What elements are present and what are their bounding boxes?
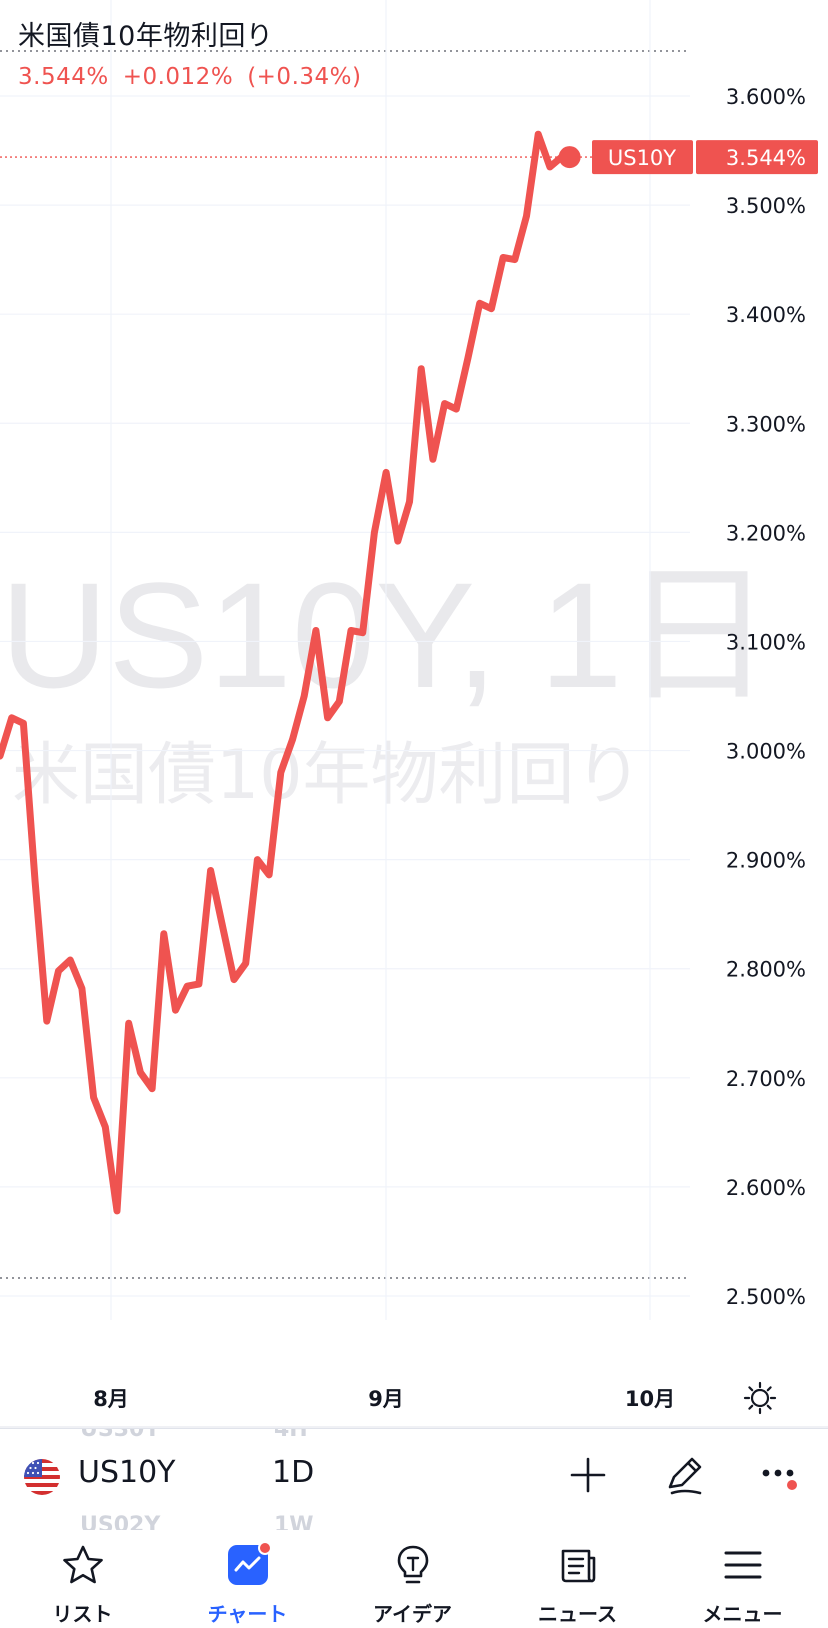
- lightbulb-icon: [397, 1545, 428, 1584]
- tab-news[interactable]: ニュース: [495, 1530, 660, 1628]
- x-tick-label: 10月: [625, 1387, 675, 1411]
- tab-chart-label: チャート: [207, 1602, 288, 1626]
- symbol-badge-label: US10Y: [608, 146, 676, 170]
- price-line: [0, 130, 566, 1215]
- y-tick-label: 2.600%: [726, 1176, 806, 1200]
- y-tick-label: 2.500%: [726, 1285, 806, 1309]
- price-badge-label: 3.544%: [726, 146, 806, 170]
- chart-settings-icon[interactable]: [742, 1380, 778, 1416]
- ghost-timeframe-above: 4H: [274, 1428, 308, 1442]
- news-icon: [561, 1549, 595, 1583]
- tab-list-label: リスト: [52, 1602, 113, 1626]
- ghost-symbol-below: US02Y: [80, 1513, 161, 1531]
- y-tick-label: 3.300%: [726, 412, 806, 436]
- ghost-timeframe-below: 1W: [274, 1513, 314, 1531]
- price-chart[interactable]: 2.500% 2.600% 2.700% 2.800% 2.900% 3.000% 3.10…: [0, 0, 828, 1428]
- tab-menu-label: メニュー: [702, 1602, 783, 1626]
- y-tick-label: 3.500%: [726, 194, 806, 218]
- y-tick-label: 2.800%: [726, 958, 806, 982]
- y-tick-label: 2.700%: [726, 1067, 806, 1091]
- bottom-tab-bar: リスト チャート アイデア ニュース メニュー: [0, 1530, 828, 1628]
- tab-chart[interactable]: チャート: [165, 1530, 330, 1628]
- x-tick-label: 8月: [93, 1387, 129, 1411]
- y-tick-label: 3.000%: [726, 740, 806, 764]
- y-tick-label: 3.600%: [726, 85, 806, 109]
- symbol-selector[interactable]: US10Y: [78, 1455, 176, 1490]
- tab-news-label: ニュース: [538, 1602, 617, 1626]
- symbol-bar: US30Y 4H US02Y 1W US10Y 1D: [0, 1428, 828, 1531]
- y-tick-label: 3.100%: [726, 630, 806, 654]
- y-tick-label: 2.900%: [726, 849, 806, 873]
- instrument-title: 米国債10年物利回り: [18, 21, 274, 52]
- ghost-symbol-above: US30Y: [80, 1428, 161, 1442]
- quote-line: 3.544% +0.012% (+0.34%): [18, 64, 375, 90]
- x-tick-label: 9月: [368, 1387, 404, 1411]
- menu-icon: [724, 1551, 761, 1579]
- tab-list[interactable]: リスト: [0, 1530, 165, 1628]
- chart-header: 米国債10年物利回り: [18, 14, 273, 53]
- tab-menu[interactable]: メニュー: [660, 1530, 825, 1628]
- add-icon[interactable]: [564, 1451, 612, 1499]
- last-price-dot: [558, 146, 581, 169]
- drawing-tool-icon[interactable]: [660, 1451, 708, 1499]
- y-tick-label: 3.400%: [726, 303, 806, 327]
- timeframe-selector[interactable]: 1D: [272, 1455, 314, 1490]
- star-icon: [62, 1545, 103, 1584]
- tab-ideas-label: アイデア: [373, 1602, 452, 1626]
- y-tick-label: 3.200%: [726, 521, 806, 545]
- more-options-icon[interactable]: [756, 1451, 804, 1499]
- price-change: +0.012%: [122, 64, 234, 90]
- tab-ideas[interactable]: アイデア: [330, 1530, 495, 1628]
- price-change-percent: (+0.34%): [247, 64, 362, 90]
- us-flag-icon: [24, 1459, 60, 1495]
- last-price: 3.544%: [18, 64, 109, 90]
- chart-icon: [227, 1542, 271, 1585]
